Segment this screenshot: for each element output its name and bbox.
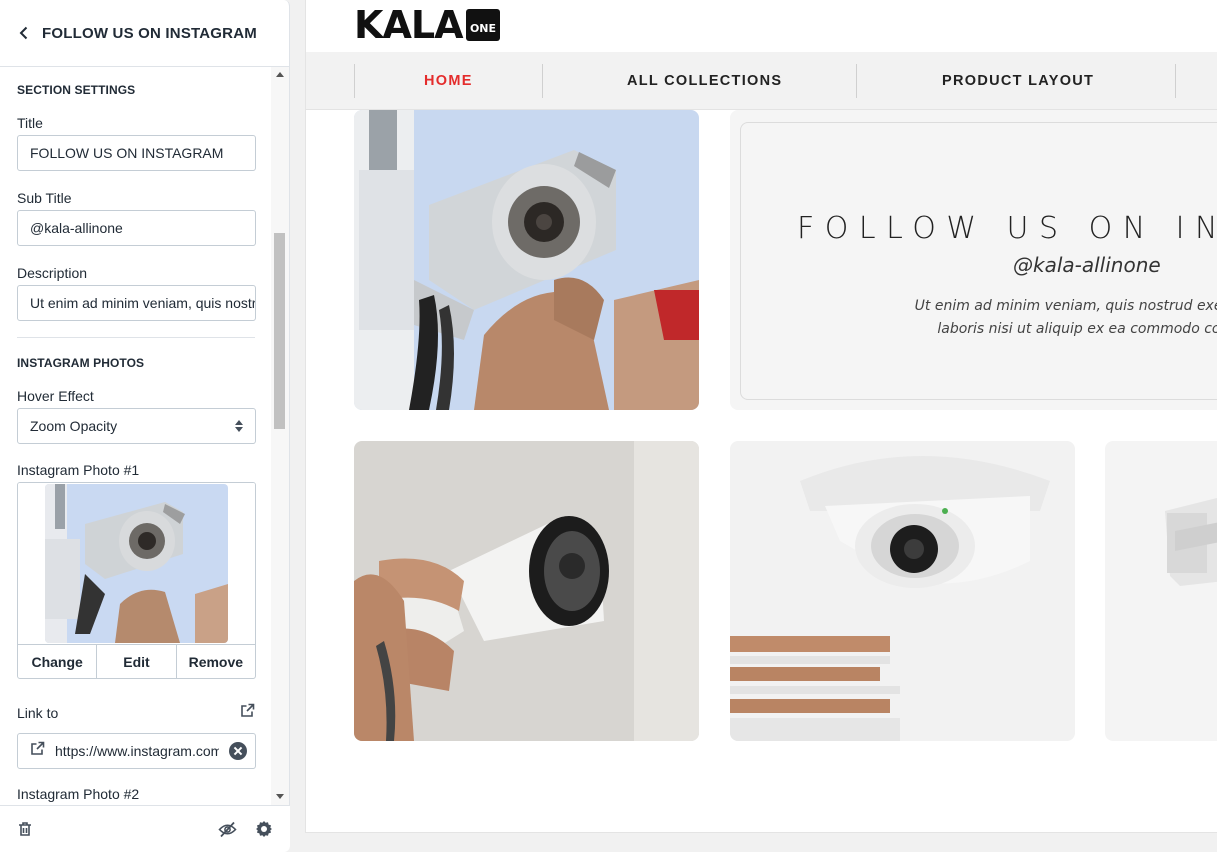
- nav-item-home[interactable]: HOME: [424, 73, 473, 89]
- logo-text: KALA: [354, 3, 463, 47]
- logo-badge-text: ONE: [470, 22, 496, 35]
- follow-us-card-inner: FOLLOW US ON INST @kala-allinone Ut enim…: [740, 122, 1217, 400]
- nav-separator: [856, 64, 857, 98]
- follow-title: FOLLOW US ON INST: [797, 211, 1217, 246]
- subtitle-input[interactable]: @kala-allinone: [17, 210, 256, 246]
- chevron-left-icon[interactable]: [16, 26, 30, 40]
- photo1-label: Instagram Photo #1: [17, 462, 140, 478]
- hover-effect-label: Hover Effect: [17, 388, 94, 404]
- photo1-preview: [18, 483, 255, 644]
- sidebar-scrollbar[interactable]: [271, 67, 289, 805]
- sidebar-title: FOLLOW US ON INSTAGRAM: [42, 24, 257, 42]
- hover-effect-select[interactable]: Zoom Opacity: [17, 408, 256, 444]
- trash-icon[interactable]: [17, 821, 33, 837]
- follow-us-card: FOLLOW US ON INST @kala-allinone Ut enim…: [730, 110, 1217, 410]
- link-input[interactable]: https://www.instagram.com: [17, 733, 256, 769]
- photo1-thumbnail: [45, 484, 228, 643]
- edit-photo-button[interactable]: Edit: [97, 645, 177, 678]
- scroll-up-arrow-icon[interactable]: [276, 72, 284, 77]
- follow-subtitle[interactable]: @kala-allinone: [1013, 253, 1161, 277]
- clear-icon[interactable]: [229, 742, 247, 760]
- sidebar-header: FOLLOW US ON INSTAGRAM: [0, 0, 289, 67]
- instagram-photo-3[interactable]: [730, 441, 1075, 741]
- photo2-label: Instagram Photo #2: [17, 786, 140, 802]
- scroll-down-arrow-icon[interactable]: [276, 794, 284, 799]
- description-label: Description: [17, 265, 88, 281]
- external-link-icon: [30, 741, 45, 761]
- store-logo[interactable]: KALA ONE: [354, 6, 502, 44]
- eye-off-icon[interactable]: [218, 821, 237, 838]
- remove-photo-button[interactable]: Remove: [177, 645, 255, 678]
- scroll-thumb[interactable]: [274, 233, 285, 429]
- theme-editor-sidebar: FOLLOW US ON INSTAGRAM SECTION SETTINGS …: [0, 0, 290, 852]
- follow-description-line-2: laboris nisi ut aliquip ex ea commodo co…: [937, 321, 1217, 337]
- subtitle-label: Sub Title: [17, 190, 72, 206]
- title-label: Title: [17, 115, 43, 131]
- select-arrows-icon: [235, 420, 243, 432]
- section-settings-heading: SECTION SETTINGS: [17, 83, 136, 97]
- instagram-photo-1[interactable]: [354, 110, 699, 410]
- follow-description: Ut enim ad minim veniam, quis nostrud ex…: [877, 295, 1217, 341]
- hover-effect-value: Zoom Opacity: [30, 418, 118, 434]
- nav-item-all-collections[interactable]: ALL COLLECTIONS: [627, 73, 782, 89]
- external-link-icon[interactable]: [240, 703, 255, 723]
- link-label: Link to: [17, 705, 59, 721]
- title-input[interactable]: FOLLOW US ON INSTAGRAM: [17, 135, 256, 171]
- sidebar-scroll-area: SECTION SETTINGS Title FOLLOW US ON INST…: [0, 67, 272, 805]
- storefront-preview: KALA ONE HOME ALL COLLECTIONS PRODUCT LA…: [305, 0, 1217, 852]
- app-root: FOLLOW US ON INSTAGRAM SECTION SETTINGS …: [0, 0, 1217, 852]
- nav-separator: [354, 64, 355, 98]
- logo-badge: ONE: [464, 6, 502, 44]
- sidebar-footer: [0, 805, 290, 852]
- change-photo-button[interactable]: Change: [18, 645, 98, 678]
- photo1-picker: Change Edit Remove: [17, 482, 256, 679]
- link-value: https://www.instagram.com: [55, 743, 219, 759]
- preview-bottom-bar: [305, 832, 1217, 852]
- nav-separator: [542, 64, 543, 98]
- follow-description-line-1: Ut enim ad minim veniam, quis nostrud ex…: [914, 298, 1217, 314]
- instagram-photo-4[interactable]: [1105, 441, 1217, 741]
- link-label-row: Link to: [0, 703, 272, 723]
- nav-item-product-layout[interactable]: PRODUCT LAYOUT: [942, 73, 1094, 89]
- nav-separator: [1175, 64, 1176, 98]
- instagram-photo-2[interactable]: [354, 441, 699, 741]
- description-input[interactable]: Ut enim ad minim veniam, quis nostrud: [17, 285, 256, 321]
- main-navigation: HOME ALL COLLECTIONS PRODUCT LAYOUT: [306, 52, 1217, 110]
- gear-icon[interactable]: [255, 820, 273, 838]
- photo1-actions: Change Edit Remove: [18, 644, 255, 678]
- instagram-photos-heading: INSTAGRAM PHOTOS: [17, 356, 145, 370]
